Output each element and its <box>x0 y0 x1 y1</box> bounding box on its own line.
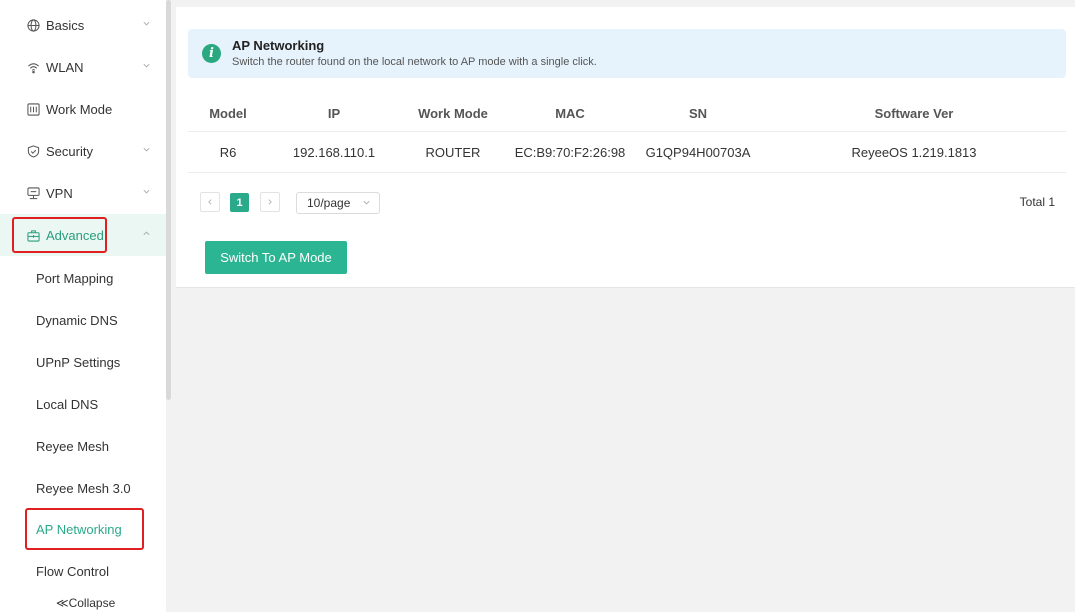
cell-model: R6 <box>188 131 268 173</box>
switch-to-ap-mode-button[interactable]: Switch To AP Mode <box>205 241 347 274</box>
info-title: AP Networking <box>232 38 325 53</box>
sidebar-item-wlan[interactable]: WLAN <box>0 46 166 88</box>
prev-page-button[interactable] <box>200 192 220 212</box>
cell-ip: 192.168.110.1 <box>268 131 400 173</box>
table-row: R6 192.168.110.1 ROUTER EC:B9:70:F2:26:9… <box>188 131 1066 173</box>
column-header-model: Model <box>188 95 268 132</box>
work-mode-icon <box>26 102 40 116</box>
sidebar-item-label: Basics <box>46 17 85 33</box>
cell-work-mode: ROUTER <box>400 131 506 173</box>
sidebar-subitem-flow-control[interactable]: Flow Control <box>0 550 166 592</box>
sidebar-item-vpn[interactable]: VPN <box>0 172 166 214</box>
collapse-button[interactable]: ≪Collapse <box>56 596 115 610</box>
info-banner: i AP Networking Switch the router found … <box>188 29 1066 78</box>
cell-mac: EC:B9:70:F2:26:98 <box>506 131 634 173</box>
table-header-row: Model IP Work Mode MAC SN Software Ver <box>188 95 1066 132</box>
column-header-ip: IP <box>268 95 400 132</box>
column-header-mac: MAC <box>506 95 634 132</box>
sidebar-subitem-local-dns[interactable]: Local DNS <box>0 383 166 425</box>
globe-icon <box>26 18 40 32</box>
chevron-down-icon <box>142 142 152 152</box>
vpn-icon <box>26 186 40 200</box>
page-size-value: 10/page <box>307 196 351 210</box>
sidebar-item-label: VPN <box>46 185 73 201</box>
wifi-icon <box>26 60 40 74</box>
total-count: Total 1 <box>1019 195 1055 209</box>
chevron-down-icon <box>142 58 152 68</box>
sidebar-item-label: Security <box>46 143 93 159</box>
sidebar-item-label: WLAN <box>46 59 84 75</box>
chevron-down-icon <box>142 16 152 26</box>
column-header-software-ver: Software Ver <box>762 95 1066 132</box>
sidebar-subitem-port-mapping[interactable]: Port Mapping <box>0 257 166 299</box>
chevron-right-icon <box>268 199 272 205</box>
info-icon: i <box>202 44 221 63</box>
cell-sn: G1QP94H00703A <box>634 131 762 173</box>
sidebar-item-work-mode[interactable]: Work Mode <box>0 88 166 130</box>
sidebar-subitem-reyee-mesh-3[interactable]: Reyee Mesh 3.0 <box>0 467 166 509</box>
sidebar-subitem-dynamic-dns[interactable]: Dynamic DNS <box>0 299 166 341</box>
sidebar: Basics WLAN Work Mode Security VPN Advan… <box>0 0 166 612</box>
sidebar-item-security[interactable]: Security <box>0 130 166 172</box>
highlight-box-advanced <box>12 217 107 253</box>
info-description: Switch the router found on the local net… <box>232 56 597 68</box>
chevron-left-icon <box>208 199 212 205</box>
next-page-button[interactable] <box>260 192 280 212</box>
device-table: Model IP Work Mode MAC SN Software Ver R… <box>188 95 1066 173</box>
chevron-up-icon <box>142 226 152 236</box>
ap-networking-panel: i AP Networking Switch the router found … <box>176 7 1075 288</box>
sidebar-subitem-reyee-mesh[interactable]: Reyee Mesh <box>0 425 166 467</box>
cell-software-ver: ReyeeOS 1.219.1813 <box>762 131 1066 173</box>
shield-icon <box>26 144 40 158</box>
chevron-down-icon <box>362 198 371 209</box>
page-size-select[interactable]: 10/page <box>296 192 380 214</box>
highlight-box-ap-networking <box>25 508 144 550</box>
sidebar-subitem-upnp-settings[interactable]: UPnP Settings <box>0 341 166 383</box>
column-header-work-mode: Work Mode <box>400 95 506 132</box>
page-number-current[interactable]: 1 <box>230 193 249 212</box>
column-header-sn: SN <box>634 95 762 132</box>
chevron-down-icon <box>142 184 152 194</box>
sidebar-scrollbar[interactable] <box>166 0 171 400</box>
sidebar-item-label: Work Mode <box>46 101 113 117</box>
sidebar-item-basics[interactable]: Basics <box>0 4 166 46</box>
